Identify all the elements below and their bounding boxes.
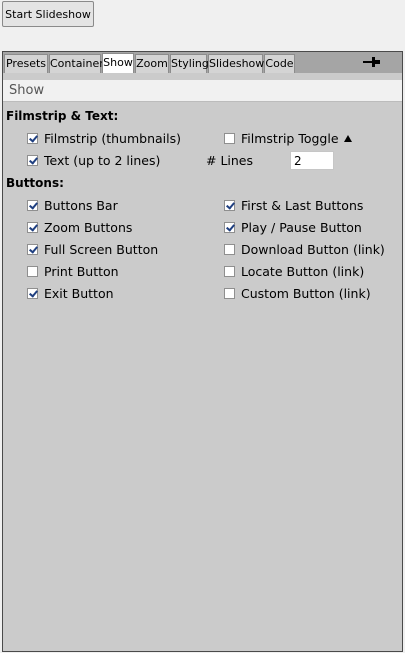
first-last-buttons-row[interactable]: First & Last Buttons <box>224 195 363 215</box>
text-checkbox[interactable] <box>27 154 38 166</box>
tab-bar: Presets Container Show Zoom Styling Slid… <box>3 52 402 73</box>
custom-button-label: Custom Button (link) <box>241 285 371 301</box>
tab-styling[interactable]: Styling <box>170 54 209 73</box>
text-checkbox-row[interactable]: Text (up to 2 lines) <box>27 150 160 170</box>
lines-input[interactable] <box>290 151 334 170</box>
first-last-buttons-label: First & Last Buttons <box>241 197 364 213</box>
filmstrip-text-heading: Filmstrip & Text: <box>6 109 119 123</box>
zoom-buttons-row[interactable]: Zoom Buttons <box>27 217 132 237</box>
full-screen-button-row[interactable]: Full Screen Button <box>27 239 158 259</box>
filmstrip-toggle-row[interactable]: Filmstrip Toggle <box>224 128 352 148</box>
exit-button-checkbox[interactable] <box>27 287 38 299</box>
section-header-title: Show <box>9 83 45 98</box>
custom-button-row[interactable]: Custom Button (link) <box>224 283 371 303</box>
triangle-up-icon <box>343 134 352 142</box>
settings-panel: Presets Container Show Zoom Styling Slid… <box>2 51 403 652</box>
print-button-label: Print Button <box>44 263 119 279</box>
text-label: Text (up to 2 lines) <box>44 152 161 168</box>
tab-container[interactable]: Container <box>49 54 104 73</box>
buttons-bar-label: Buttons Bar <box>44 197 118 213</box>
filmstrip-checkbox[interactable] <box>27 132 38 144</box>
play-pause-button-checkbox[interactable] <box>224 221 235 233</box>
exit-button-row[interactable]: Exit Button <box>27 283 114 303</box>
first-last-buttons-checkbox[interactable] <box>224 199 235 211</box>
tab-presets[interactable]: Presets <box>4 54 48 73</box>
tab-code[interactable]: Code <box>264 54 295 73</box>
full-screen-button-label: Full Screen Button <box>44 241 159 257</box>
filmstrip-toggle-checkbox[interactable] <box>224 132 235 144</box>
print-button-row[interactable]: Print Button <box>27 261 119 281</box>
full-screen-button-checkbox[interactable] <box>27 243 38 255</box>
download-button-row[interactable]: Download Button (link) <box>224 239 385 259</box>
print-button-checkbox[interactable] <box>27 265 38 277</box>
custom-button-checkbox[interactable] <box>224 287 235 299</box>
tab-zoom[interactable]: Zoom <box>135 54 169 73</box>
filmstrip-toggle-label: Filmstrip Toggle <box>241 130 339 146</box>
tab-show[interactable]: Show <box>102 53 134 73</box>
play-pause-button-row[interactable]: Play / Pause Button <box>224 217 362 237</box>
exit-button-label: Exit Button <box>44 285 114 301</box>
buttons-heading: Buttons: <box>6 176 64 190</box>
tab-slideshow[interactable]: Slideshow <box>208 54 264 73</box>
section-header: Show <box>3 80 402 102</box>
locate-button-checkbox[interactable] <box>224 265 235 277</box>
lines-label: # Lines <box>206 153 254 168</box>
download-button-label: Download Button (link) <box>241 241 385 257</box>
filmstrip-checkbox-row[interactable]: Filmstrip (thumbnails) <box>27 128 181 148</box>
buttons-bar-row[interactable]: Buttons Bar <box>27 195 118 215</box>
play-pause-button-label: Play / Pause Button <box>241 219 362 235</box>
pin-icon[interactable] <box>363 55 381 69</box>
zoom-buttons-label: Zoom Buttons <box>44 219 133 235</box>
buttons-bar-checkbox[interactable] <box>27 199 38 211</box>
zoom-buttons-checkbox[interactable] <box>27 221 38 233</box>
download-button-checkbox[interactable] <box>224 243 235 255</box>
start-slideshow-button[interactable]: Start Slideshow <box>2 1 94 27</box>
locate-button-label: Locate Button (link) <box>241 263 365 279</box>
filmstrip-label: Filmstrip (thumbnails) <box>44 130 181 146</box>
locate-button-row[interactable]: Locate Button (link) <box>224 261 364 281</box>
